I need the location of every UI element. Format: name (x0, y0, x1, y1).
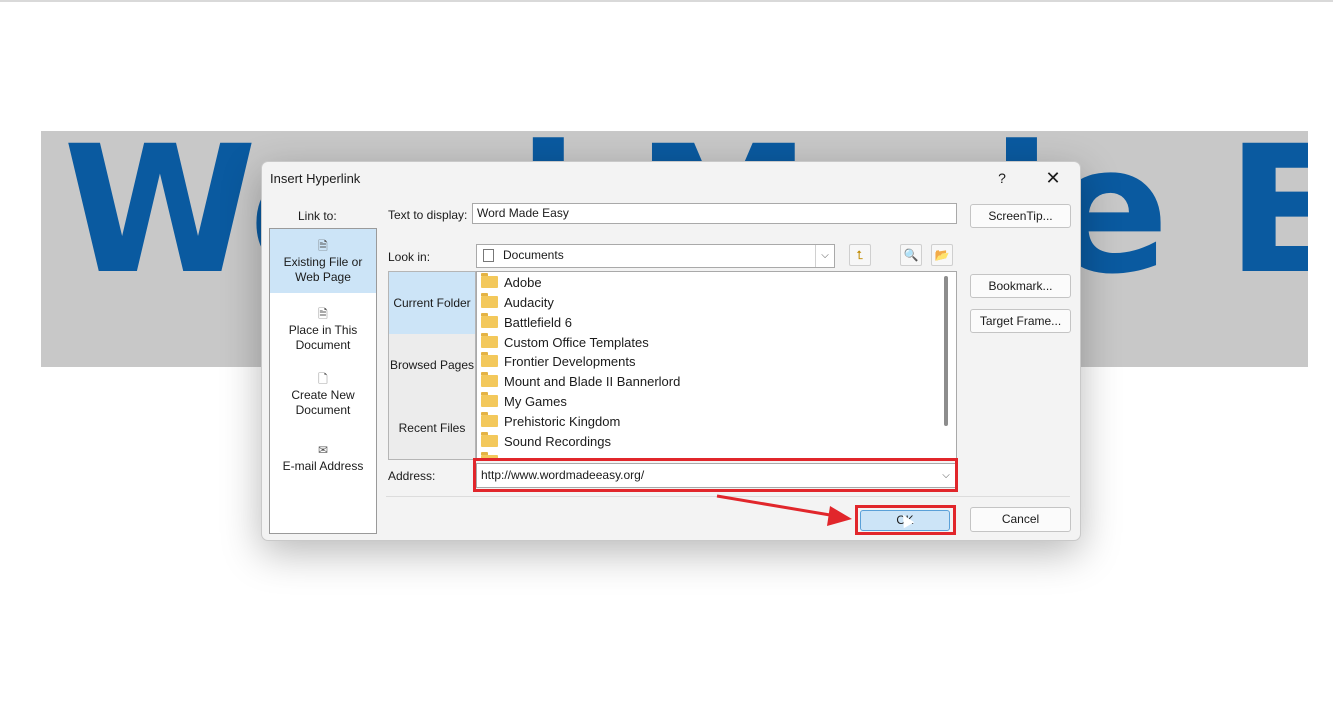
arrow-head (827, 506, 852, 526)
red-arrow-annotation (716, 494, 852, 526)
arrow-shaft (716, 494, 837, 518)
